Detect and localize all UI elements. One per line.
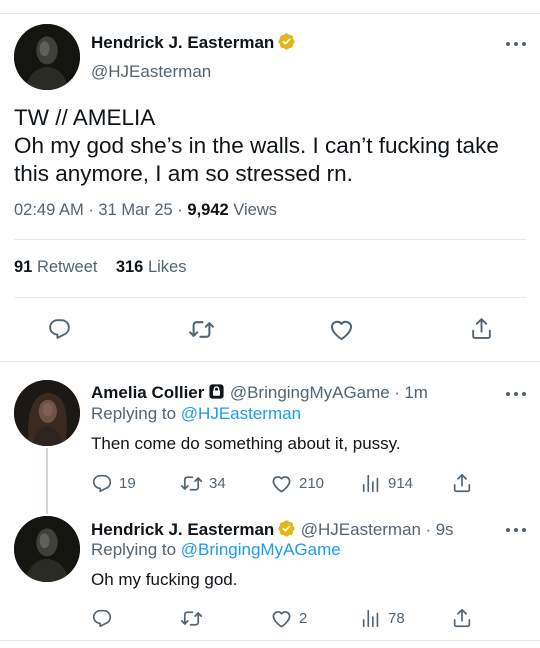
- retweet-button[interactable]: [188, 316, 215, 343]
- reply-time[interactable]: 9s: [436, 520, 454, 539]
- avatar-image: [14, 380, 80, 446]
- reply-button[interactable]: 19: [91, 472, 136, 494]
- reply-button[interactable]: [47, 316, 72, 341]
- retweets-label: Retweet: [36, 258, 98, 276]
- reply-time[interactable]: 1m: [404, 383, 428, 402]
- reply-icon: [47, 316, 72, 341]
- share-button[interactable]: [451, 607, 473, 629]
- reply-text: Oh my fucking god.: [91, 570, 238, 589]
- avatar[interactable]: [14, 380, 80, 446]
- bottom-divider: [0, 640, 540, 641]
- retweet-button[interactable]: 34: [180, 472, 226, 495]
- like-button[interactable]: 2: [270, 607, 307, 630]
- reply-count: 19: [119, 474, 136, 492]
- likes-stat[interactable]: 316 Likes: [116, 258, 187, 276]
- avatar[interactable]: [14, 24, 80, 90]
- reply-icon: [91, 607, 113, 629]
- like-count: 2: [299, 610, 308, 627]
- views-icon: [360, 607, 382, 629]
- tweet-meta: 02:49 AM · 31 Mar 25 · 9,942 Views: [14, 201, 277, 220]
- views-count: 9,942: [187, 201, 229, 219]
- separator: ·: [88, 201, 94, 219]
- author-handle[interactable]: @HJEasterman: [91, 62, 211, 82]
- share-button[interactable]: [451, 472, 473, 494]
- views-label: Views: [233, 201, 277, 219]
- heart-icon: [328, 316, 355, 343]
- reply-text: Then come do something about it, pussy.: [91, 434, 401, 453]
- replying-handle-link[interactable]: @HJEasterman: [181, 404, 301, 423]
- top-divider: [0, 13, 540, 14]
- replying-to: Replying to @BringingMyAGame: [91, 540, 341, 560]
- views-button[interactable]: 78: [360, 607, 405, 629]
- views-icon: [360, 472, 382, 494]
- author-name-row[interactable]: Hendrick J. Easterman: [91, 32, 296, 53]
- divider: [14, 239, 526, 240]
- replying-prefix: Replying to: [91, 540, 177, 559]
- replying-to: Replying to @HJEasterman: [91, 404, 301, 424]
- view-count: 914: [388, 474, 414, 492]
- retweet-count: 34: [209, 475, 226, 492]
- retweet-icon: [180, 607, 203, 630]
- replying-prefix: Replying to: [91, 404, 177, 423]
- reply-header: Hendrick J. Easterman @HJEasterman · 9s: [91, 519, 454, 540]
- retweets-count: 91: [14, 258, 33, 276]
- like-button[interactable]: [328, 316, 355, 343]
- share-button[interactable]: [469, 316, 494, 341]
- avatar-image: [14, 24, 80, 90]
- share-icon: [469, 316, 494, 341]
- more-icon[interactable]: [505, 40, 527, 48]
- tweet-text: TW // AMELIA Oh my god she’s in the wall…: [14, 104, 524, 188]
- avatar[interactable]: [14, 516, 80, 582]
- reply-icon: [91, 472, 113, 494]
- view-count: 78: [388, 609, 405, 627]
- thread-connector: [46, 448, 48, 514]
- verified-badge-icon: [277, 32, 296, 51]
- more-icon[interactable]: [505, 390, 527, 398]
- share-icon: [451, 607, 473, 629]
- author-name[interactable]: Amelia Collier: [91, 383, 204, 402]
- reply-header: Amelia Collier @BringingMyAGame · 1m: [91, 383, 428, 403]
- share-icon: [451, 472, 473, 494]
- divider: [0, 361, 540, 362]
- retweets-stat[interactable]: 91 Retweet: [14, 258, 97, 276]
- tweet-date[interactable]: 31 Mar 25: [98, 201, 172, 219]
- tweet-text-line: Oh my god she’s in the walls. I can’t fu…: [14, 133, 499, 186]
- tweet-text-line: TW // AMELIA: [14, 105, 156, 130]
- likes-count: 316: [115, 258, 144, 276]
- tweet-time[interactable]: 02:49 AM: [14, 201, 84, 219]
- avatar-image: [14, 516, 80, 582]
- more-icon[interactable]: [505, 526, 527, 534]
- tweet-stats: 91 Retweet 316 Likes: [14, 258, 186, 277]
- author-name[interactable]: Hendrick J. Easterman: [91, 33, 274, 52]
- heart-icon: [270, 472, 293, 495]
- separator: ·: [394, 383, 400, 402]
- author-handle[interactable]: @BringingMyAGame: [230, 383, 390, 402]
- reply-button[interactable]: [91, 607, 119, 629]
- verified-badge-icon: [277, 519, 296, 538]
- author-name[interactable]: Hendrick J. Easterman: [91, 520, 274, 539]
- views-button[interactable]: 914: [360, 472, 413, 494]
- retweet-icon: [188, 316, 215, 343]
- retweet-button[interactable]: [180, 607, 209, 630]
- separator: ·: [425, 520, 432, 539]
- divider: [14, 297, 526, 298]
- like-count: 210: [299, 475, 325, 492]
- separator: ·: [177, 201, 183, 219]
- lock-icon: [208, 383, 225, 400]
- author-handle[interactable]: @HJEasterman: [301, 520, 421, 539]
- retweet-icon: [180, 472, 203, 495]
- replying-handle-link[interactable]: @BringingMyAGame: [181, 540, 341, 559]
- like-button[interactable]: 210: [270, 472, 324, 495]
- heart-icon: [270, 607, 293, 630]
- likes-label: Likes: [147, 258, 187, 276]
